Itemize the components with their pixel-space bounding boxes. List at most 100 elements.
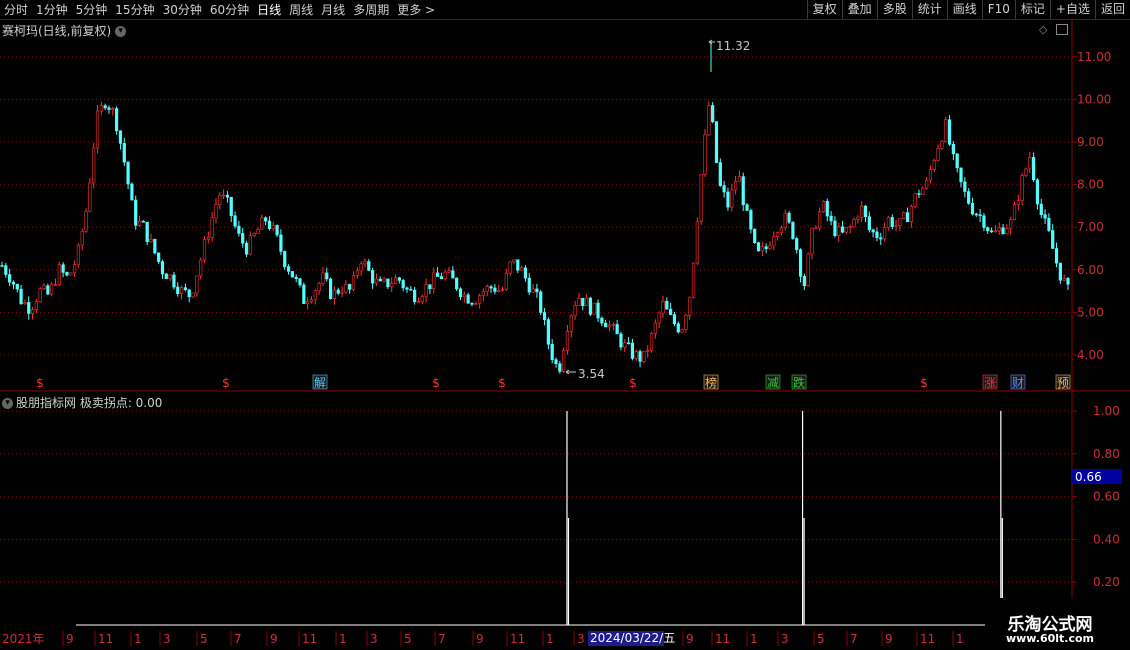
chevron-down-icon[interactable]: ▾: [115, 26, 127, 37]
chevron-down-icon[interactable]: ▾: [2, 398, 13, 409]
candle-body: [470, 302, 474, 305]
candle-body: [157, 252, 161, 262]
candle-body: [928, 169, 933, 181]
candle-body: [1005, 228, 1009, 235]
candle-body: [695, 220, 699, 264]
event-marker[interactable]: $: [36, 376, 44, 390]
candle-body: [825, 201, 829, 217]
candle-body: [1062, 278, 1066, 281]
candle-body: [688, 296, 692, 316]
candle-body: [588, 297, 593, 315]
candle-body: [336, 289, 340, 294]
date-label: 3: [163, 632, 171, 646]
candle-body: [424, 284, 428, 298]
candle-body: [940, 141, 944, 149]
candle-body: [516, 259, 520, 271]
candle-body: [562, 350, 566, 372]
candle-body: [798, 249, 803, 277]
y-tick-label: 0.60: [1093, 490, 1120, 504]
candle-body: [413, 289, 417, 303]
indicator-title: ▾ 股朋指标网 极卖拐点: 0.00: [2, 394, 162, 411]
candle-body: [733, 181, 738, 191]
candle-body: [65, 272, 69, 276]
candle-body: [867, 216, 871, 231]
event-marker[interactable]: 解: [314, 376, 326, 390]
candle-body: [760, 246, 764, 252]
candle-body: [917, 193, 921, 195]
candle-body: [267, 220, 272, 229]
date-label: 2021年: [2, 632, 45, 646]
candle-body: [241, 233, 245, 244]
date-label: 11: [510, 632, 525, 646]
candle-body: [955, 153, 959, 169]
candle-body: [497, 289, 501, 292]
candle-body: [0, 265, 4, 267]
candle-body: [944, 119, 948, 142]
candle-body: [15, 283, 19, 290]
candle-body: [344, 284, 348, 293]
event-marker[interactable]: $: [629, 376, 637, 390]
candle-body: [592, 302, 596, 315]
candle-body: [619, 333, 623, 348]
y-tick-label: 5.00: [1077, 305, 1104, 319]
candle-body: [248, 235, 252, 255]
candle-body: [42, 285, 46, 290]
event-marker[interactable]: $: [432, 376, 440, 390]
date-label: 1: [546, 632, 554, 646]
candle-body: [57, 264, 61, 285]
candle-body: [409, 288, 413, 291]
candle-body: [932, 160, 936, 170]
high-price-label: 11.32: [716, 39, 750, 53]
candle-body: [325, 272, 329, 280]
candle-body: [451, 270, 455, 279]
candle-body: [947, 119, 952, 145]
candle-body: [504, 272, 508, 290]
event-marker[interactable]: 涨: [984, 375, 996, 390]
event-marker[interactable]: 榜: [705, 375, 717, 390]
candle-body: [332, 289, 337, 299]
candle-body: [359, 263, 363, 272]
event-marker[interactable]: $: [222, 376, 230, 390]
candle-body: [1054, 248, 1059, 264]
event-marker[interactable]: 财: [1012, 376, 1024, 390]
event-marker[interactable]: $: [498, 376, 506, 390]
candle-body: [46, 285, 50, 295]
candle-body: [206, 236, 210, 240]
chart-canvas[interactable]: 11.0010.009.008.007.006.005.004.00 11.32…: [0, 0, 1130, 650]
event-marker[interactable]: 预: [1057, 376, 1069, 390]
event-marker[interactable]: 跌: [793, 375, 805, 390]
y-tick-label: 1.00: [1093, 404, 1120, 418]
panel-toggle-icon[interactable]: [1056, 24, 1068, 35]
candle-body: [756, 242, 761, 252]
candle-body: [111, 108, 115, 110]
event-marker[interactable]: $: [920, 376, 928, 390]
candle-body: [818, 211, 822, 229]
date-axis: 2021年91113579111357911135791113579111: [2, 631, 964, 646]
candle-body: [691, 262, 696, 298]
candle-body: [493, 287, 497, 292]
candle-body: [539, 291, 543, 313]
candle-body: [890, 217, 894, 228]
candle-body: [294, 276, 298, 279]
candle-body: [214, 204, 218, 219]
candle-body: [489, 286, 493, 289]
candle-body: [508, 261, 512, 274]
candle-body: [863, 205, 868, 217]
date-label: 1: [956, 632, 964, 646]
candle-body: [936, 147, 940, 161]
candle-body: [764, 246, 768, 250]
diamond-icon[interactable]: ◇: [1039, 23, 1047, 36]
event-marker[interactable]: 减: [767, 376, 779, 390]
candle-body: [4, 265, 8, 275]
candle-body: [649, 333, 654, 351]
candle-body: [210, 217, 214, 238]
candle-body: [833, 220, 837, 236]
candle-body: [477, 295, 482, 304]
candle-body: [443, 271, 447, 279]
date-label: 7: [850, 632, 858, 646]
candle-body: [921, 187, 925, 195]
candle-body: [260, 217, 264, 230]
candle-body: [179, 287, 184, 295]
candle-body: [1016, 200, 1020, 205]
y-tick-label: 4.00: [1077, 348, 1104, 362]
